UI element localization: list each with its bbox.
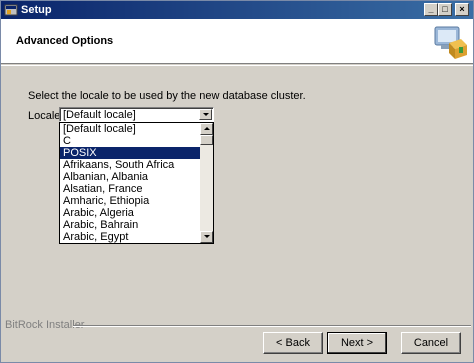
chevron-up-icon xyxy=(204,127,210,130)
locale-option[interactable]: Arabic, Egypt xyxy=(60,231,200,243)
locale-option[interactable]: Amharic, Ethiopia xyxy=(60,195,200,207)
locale-option[interactable]: Afrikaans, South Africa xyxy=(60,159,200,171)
combobox-dropdown-button[interactable] xyxy=(199,109,212,120)
footer-divider xyxy=(73,325,471,327)
setup-window: Setup _ □ × Advanced Options Select the … xyxy=(0,0,474,363)
close-button[interactable]: × xyxy=(455,3,469,16)
scroll-down-button[interactable] xyxy=(200,231,213,243)
cancel-button[interactable]: Cancel xyxy=(401,332,461,354)
locale-option[interactable]: Albanian, Albania xyxy=(60,171,200,183)
locale-option[interactable]: C xyxy=(60,135,200,147)
chevron-down-icon xyxy=(204,235,210,238)
minimize-button[interactable]: _ xyxy=(424,3,438,16)
page-title: Advanced Options xyxy=(16,35,114,47)
title-bar[interactable]: Setup _ □ × xyxy=(1,1,473,19)
wizard-header: Advanced Options xyxy=(1,19,473,64)
header-divider xyxy=(1,65,473,66)
locale-option[interactable]: Arabic, Algeria xyxy=(60,207,200,219)
next-button[interactable]: Next > xyxy=(327,332,387,354)
chevron-down-icon xyxy=(203,113,209,116)
setup-app-icon xyxy=(4,4,18,16)
scroll-thumb[interactable] xyxy=(200,135,213,145)
maximize-button[interactable]: □ xyxy=(438,3,452,16)
locale-option[interactable]: Alsatian, France xyxy=(60,183,200,195)
locale-combobox-value: [Default locale] xyxy=(63,109,136,121)
locale-option[interactable]: [Default locale] xyxy=(60,123,200,135)
instruction-text: Select the locale to be used by the new … xyxy=(28,90,306,102)
locale-label: Locale xyxy=(28,110,61,122)
window-title: Setup xyxy=(21,4,52,16)
locale-dropdown-list[interactable]: [Default locale] C POSIX Afrikaans, South A… xyxy=(59,122,214,244)
locale-option[interactable]: POSIX xyxy=(60,147,200,159)
back-button[interactable]: < Back xyxy=(263,332,323,354)
scroll-up-button[interactable] xyxy=(200,123,213,135)
installer-box-icon xyxy=(434,26,467,59)
dropdown-scrollbar[interactable] xyxy=(200,123,213,243)
locale-combobox[interactable]: [Default locale] xyxy=(59,107,214,122)
locale-options: [Default locale] C POSIX Afrikaans, South A… xyxy=(60,123,200,243)
locale-option[interactable]: Arabic, Bahrain xyxy=(60,219,200,231)
